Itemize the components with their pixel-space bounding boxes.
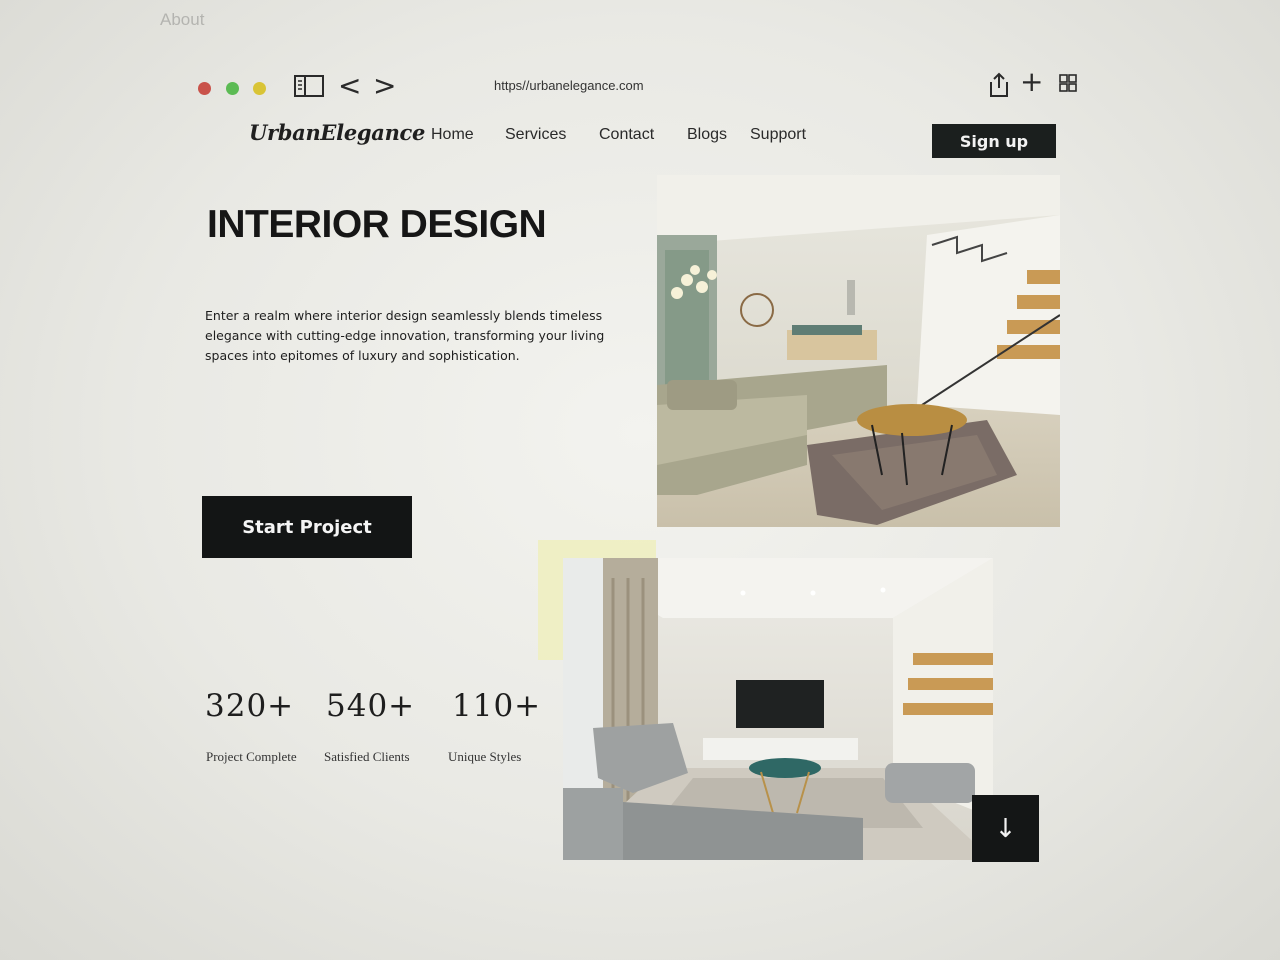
stat-label-projects: Project Complete — [206, 749, 297, 764]
nav-support[interactable]: Support — [750, 126, 806, 144]
sidebar-icon[interactable] — [294, 75, 324, 97]
stat-value-clients: 540+ — [326, 688, 416, 724]
nav-blogs[interactable]: Blogs — [687, 126, 727, 144]
tab-grid-icon[interactable] — [1058, 73, 1078, 93]
window-close-button[interactable] — [198, 82, 211, 95]
signup-button[interactable]: Sign up — [932, 124, 1056, 158]
back-chevron-icon[interactable]: < — [338, 72, 361, 100]
window-minimize-button[interactable] — [253, 82, 266, 95]
hero-description: Enter a realm where interior design seam… — [205, 308, 605, 363]
stat-label-styles: Unique Styles — [448, 749, 522, 764]
stat-label-clients: Satisfied Clients — [324, 749, 410, 764]
lounge-image — [563, 558, 993, 860]
start-project-button[interactable]: Start Project — [202, 496, 412, 558]
nav-services[interactable]: Services — [505, 126, 566, 144]
nav-home[interactable]: Home — [431, 126, 474, 144]
hero-title: INTERIOR DESIGN — [207, 203, 547, 246]
site-logo[interactable]: UrbanElegance — [249, 120, 425, 145]
share-icon[interactable] — [987, 72, 1011, 98]
background-about-text: About — [160, 10, 205, 29]
new-tab-plus-icon[interactable]: + — [1020, 68, 1043, 96]
address-bar[interactable]: https//urbanelegance.com — [494, 78, 644, 93]
stat-value-styles: 110+ — [452, 688, 542, 724]
window-maximize-button[interactable] — [226, 82, 239, 95]
nav-contact[interactable]: Contact — [599, 126, 654, 144]
forward-chevron-icon[interactable]: > — [373, 72, 396, 100]
living-room-image — [657, 175, 1060, 527]
scroll-down-button[interactable]: ↓ — [972, 795, 1039, 862]
stat-value-projects: 320+ — [205, 688, 295, 724]
